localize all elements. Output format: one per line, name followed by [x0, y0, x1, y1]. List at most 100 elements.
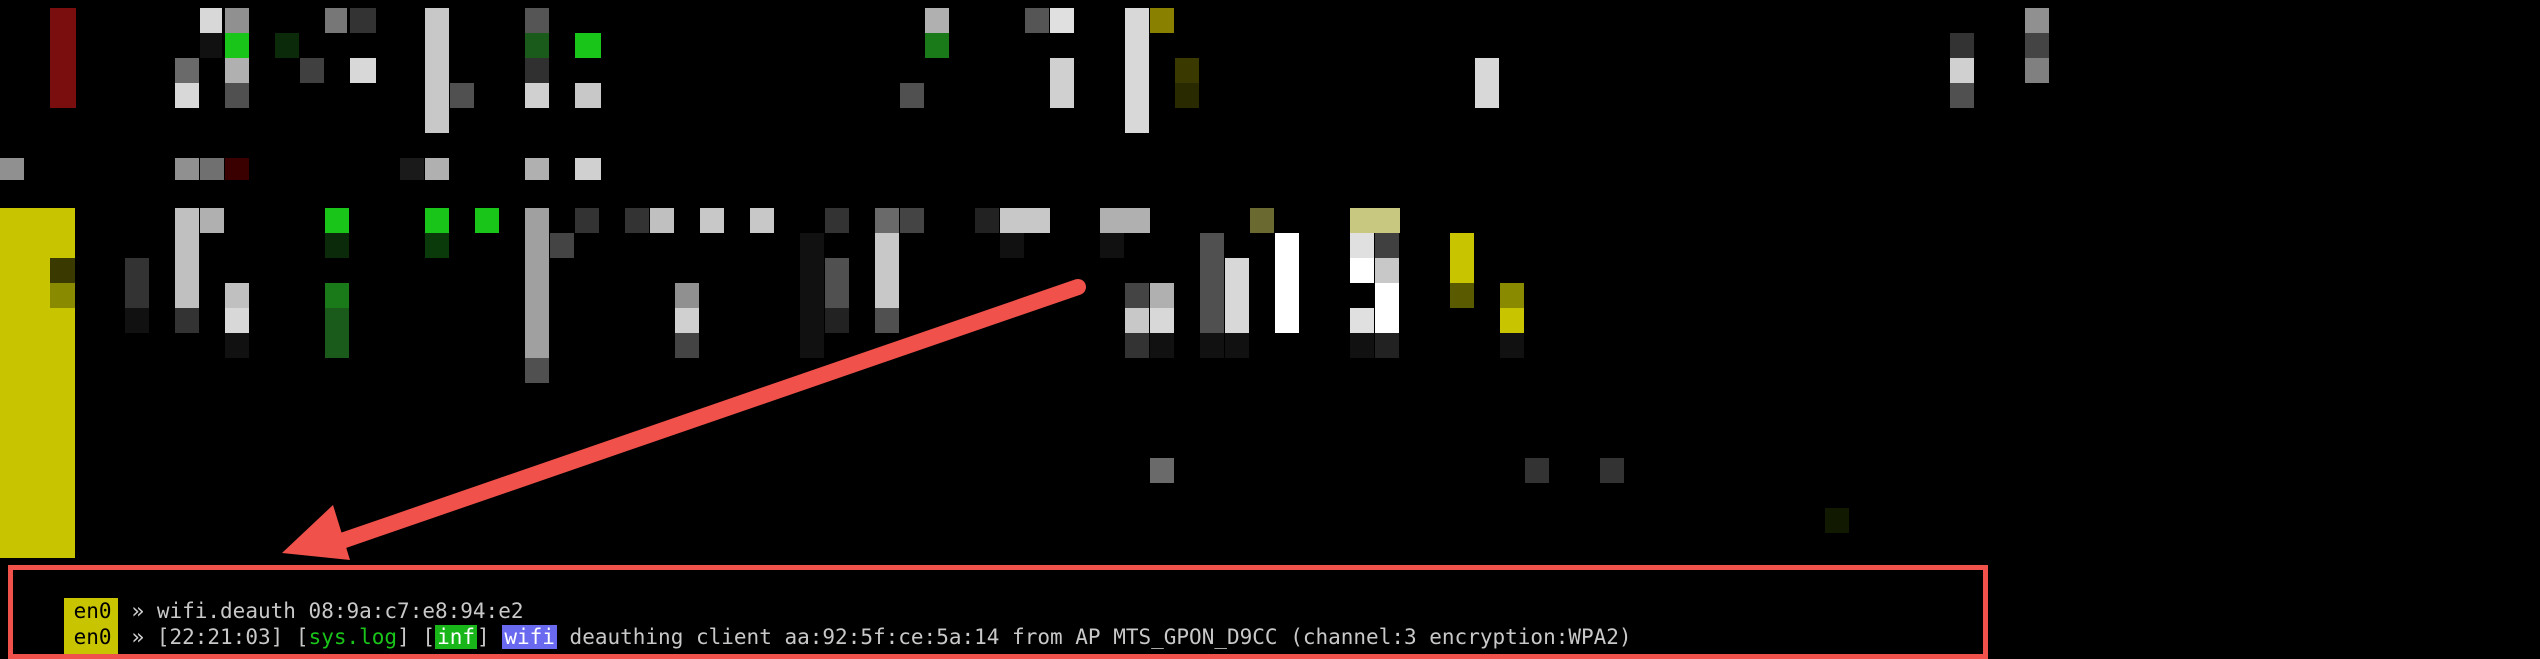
pixel-block — [1500, 283, 1524, 308]
pixel-block — [175, 308, 199, 333]
pixel-block — [2025, 58, 2049, 83]
pixel-block — [1600, 458, 1624, 483]
pixel-block — [625, 208, 649, 233]
pixel-block — [825, 308, 849, 333]
pixel-block — [200, 158, 224, 180]
pixel-block — [1450, 283, 1474, 308]
pixel-block — [1350, 333, 1374, 358]
pixel-block — [875, 208, 899, 233]
pixel-block — [675, 333, 699, 358]
pixel-block — [1350, 308, 1374, 333]
pixel-block — [875, 308, 899, 333]
pixel-block — [175, 158, 199, 180]
pixel-block — [225, 283, 249, 308]
pixel-block — [525, 208, 549, 383]
console-line-1: en0» wifi.deauth 08:9a:c7:e8:94:e2 — [13, 572, 523, 624]
pixel-block — [1375, 258, 1399, 283]
pixel-block — [525, 83, 549, 108]
pixel-block — [1375, 333, 1399, 358]
pixel-block — [475, 208, 499, 233]
pixel-block — [325, 8, 347, 33]
pixel-block — [1025, 8, 1049, 33]
timestamp: [22:21:03] — [156, 625, 284, 649]
text-cursor[interactable] — [150, 654, 162, 659]
pixel-block — [525, 358, 549, 383]
pixel-block — [200, 33, 222, 58]
pixel-block — [1950, 83, 1974, 108]
pixel-block — [2025, 33, 2049, 58]
pixel-block — [575, 83, 601, 108]
pixel-block — [1150, 8, 1174, 33]
pixel-block — [275, 33, 299, 58]
pixel-block — [1150, 458, 1174, 483]
pixel-block — [350, 8, 376, 33]
pixel-block — [425, 233, 449, 258]
pixel-block — [1950, 58, 1974, 83]
pixel-block — [0, 158, 24, 180]
pixel-block — [225, 8, 249, 33]
pixel-block — [1375, 233, 1399, 258]
console-input-line[interactable]: en0» — [13, 624, 162, 654]
pixel-block — [1150, 283, 1174, 308]
pixel-block — [1125, 333, 1149, 358]
pixel-block — [175, 208, 199, 308]
pixel-block — [1825, 508, 1849, 533]
pixel-block — [1175, 58, 1199, 83]
pixel-block — [225, 308, 249, 333]
pixel-block — [1050, 8, 1074, 33]
pixel-block — [125, 258, 149, 283]
pixel-block — [450, 83, 474, 108]
pixel-block — [2025, 8, 2049, 33]
pixel-block — [125, 308, 149, 333]
pixel-block — [1950, 33, 1974, 58]
pixel-block — [1050, 58, 1074, 108]
pixel-block — [200, 208, 224, 233]
pixel-block — [525, 58, 549, 83]
pixel-block — [975, 208, 999, 233]
pixel-block — [550, 233, 574, 258]
pixel-block — [1500, 333, 1524, 358]
pixel-block — [1475, 58, 1499, 108]
pixel-block — [1200, 233, 1224, 333]
pixel-block — [175, 83, 199, 108]
pixelated-graphic-area — [0, 0, 2540, 560]
pixel-block — [700, 208, 724, 233]
pixel-block — [325, 233, 349, 258]
log-level-badge: inf — [435, 625, 477, 649]
pixel-block — [1125, 8, 1149, 133]
log-message: deauthing client aa:92:5f:ce:5a:14 from … — [569, 625, 1632, 649]
pixel-block — [1100, 233, 1124, 258]
pixel-block — [1225, 333, 1249, 358]
pixel-block — [575, 208, 599, 233]
console-line-2: en0» [22:21:03] [sys.log] [inf] wifi dea… — [13, 598, 1632, 650]
pixel-block — [1350, 233, 1374, 258]
pixel-block — [225, 83, 249, 108]
pixel-block — [1175, 83, 1199, 108]
pixel-block — [425, 208, 449, 233]
pixel-block — [900, 208, 924, 233]
pixel-block — [825, 258, 849, 308]
pixel-block — [200, 8, 222, 33]
pixel-block — [925, 8, 949, 33]
pixel-block — [1375, 283, 1399, 333]
pixel-block — [875, 233, 899, 308]
pixel-block — [325, 208, 349, 233]
pixel-block — [1350, 208, 1400, 233]
pixel-block — [525, 8, 549, 33]
console-output-box: en0» wifi.deauth 08:9a:c7:e8:94:e2 en0» … — [8, 565, 1988, 659]
pixel-block — [1000, 233, 1024, 258]
pixel-block — [1150, 308, 1174, 333]
pixel-block — [50, 283, 75, 308]
bracket: [ — [422, 625, 436, 649]
pixel-block — [50, 258, 75, 283]
pixel-block — [425, 8, 449, 133]
pixel-block — [225, 33, 249, 58]
pixel-block — [575, 33, 601, 58]
pixel-block — [925, 33, 949, 58]
pixel-block — [1225, 258, 1249, 333]
pixel-block — [1525, 458, 1549, 483]
pixel-block — [1125, 308, 1149, 333]
pixel-block — [675, 283, 699, 308]
log-source: sys.log — [308, 625, 398, 649]
pixel-block — [1125, 283, 1149, 308]
